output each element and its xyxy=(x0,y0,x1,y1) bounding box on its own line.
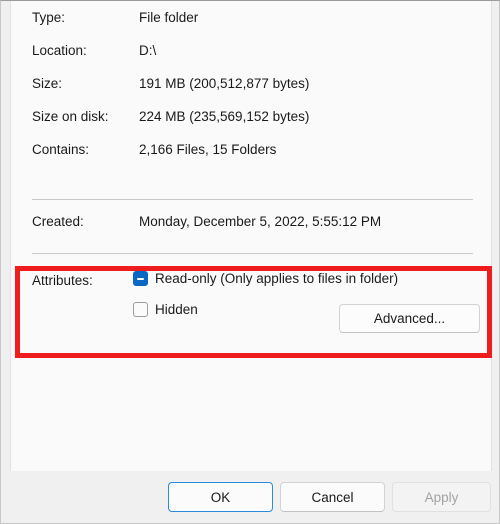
property-label-created: Created: xyxy=(32,214,84,229)
general-tab-content-panel: Type: File folder Location: D:\ Size: 19… xyxy=(10,1,492,472)
property-row-size: Size: 191 MB (200,512,877 bytes) xyxy=(11,67,491,100)
property-value-location: D:\ xyxy=(139,43,157,58)
hidden-checkbox-row[interactable]: Hidden xyxy=(133,302,198,317)
hidden-checkbox[interactable] xyxy=(133,302,148,317)
ok-button[interactable]: OK xyxy=(168,482,273,512)
properties-list: Type: File folder Location: D:\ Size: 19… xyxy=(11,1,491,166)
property-row-location: Location: D:\ xyxy=(11,34,491,67)
hidden-checkbox-label: Hidden xyxy=(155,302,198,317)
property-value-type: File folder xyxy=(139,10,199,25)
property-label-size-on-disk: Size on disk: xyxy=(32,109,109,124)
property-value-created: Monday, December 5, 2022, 5:55:12 PM xyxy=(139,214,382,229)
section-divider-top xyxy=(32,199,473,200)
property-row-type: Type: File folder xyxy=(11,1,491,34)
advanced-button[interactable]: Advanced... xyxy=(339,304,480,333)
readonly-checkbox[interactable] xyxy=(133,271,148,286)
property-value-contains: 2,166 Files, 15 Folders xyxy=(139,142,277,157)
folder-properties-dialog: Type: File folder Location: D:\ Size: 19… xyxy=(0,0,500,524)
property-label-contains: Contains: xyxy=(32,142,90,157)
property-row-size-on-disk: Size on disk: 224 MB (235,569,152 bytes) xyxy=(11,100,491,133)
property-value-size-on-disk: 224 MB (235,569,152 bytes) xyxy=(139,109,310,124)
readonly-checkbox-label: Read-only (Only applies to files in fold… xyxy=(155,271,399,286)
property-row-created: Created: Monday, December 5, 2022, 5:55:… xyxy=(11,214,491,238)
attributes-label: Attributes: xyxy=(32,273,93,288)
property-label-location: Location: xyxy=(32,43,87,58)
property-label-size: Size: xyxy=(32,76,63,91)
property-row-contains: Contains: 2,166 Files, 15 Folders xyxy=(11,133,491,166)
section-divider-bottom xyxy=(32,253,473,254)
readonly-checkbox-row[interactable]: Read-only (Only applies to files in fold… xyxy=(133,271,398,286)
cancel-button[interactable]: Cancel xyxy=(280,482,385,512)
apply-button: Apply xyxy=(392,482,491,512)
dialog-footer: OK Cancel Apply xyxy=(1,471,499,523)
property-label-type: Type: xyxy=(32,10,66,25)
property-value-size: 191 MB (200,512,877 bytes) xyxy=(139,76,310,91)
